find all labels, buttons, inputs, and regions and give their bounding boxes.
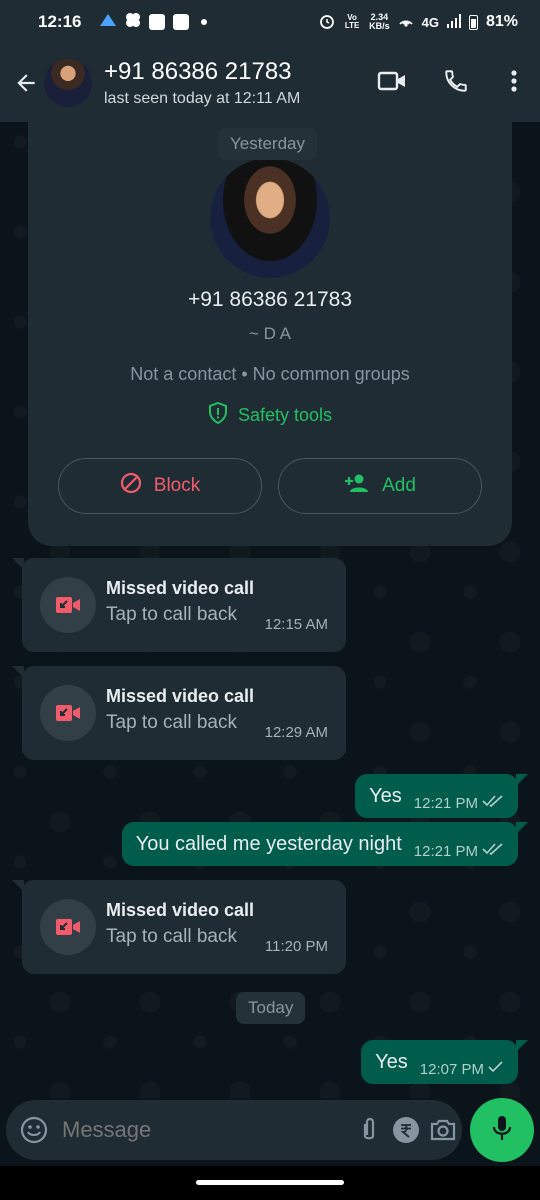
double-check-icon bbox=[482, 794, 504, 812]
chat-area[interactable]: +91 86386 21783 ~ D A Not a contact • No… bbox=[0, 122, 540, 1098]
composer bbox=[0, 1098, 540, 1166]
call-title: Missed video call bbox=[106, 686, 255, 706]
network-speed-unit: KB/s bbox=[369, 21, 390, 31]
add-person-icon bbox=[344, 473, 370, 499]
call-subtitle: Tap to call back bbox=[106, 712, 237, 733]
battery-percent: 81% bbox=[485, 13, 518, 30]
message-time: 11:20 PM bbox=[264, 938, 328, 955]
missed-call-bubble[interactable]: Missed video call Tap to call back 11:20… bbox=[12, 880, 346, 974]
contact-photo[interactable] bbox=[210, 158, 330, 278]
add-label: Add bbox=[382, 475, 416, 496]
card-phone-number: +91 86386 21783 bbox=[187, 288, 353, 311]
outgoing-message[interactable]: You called me yesterday night 12:21 PM bbox=[121, 822, 529, 866]
missed-video-call-icon bbox=[40, 685, 96, 741]
network-type: 4G bbox=[421, 14, 439, 30]
avatar[interactable] bbox=[44, 59, 92, 107]
date-chip-today: Today bbox=[236, 992, 306, 1024]
chat-header: +91 86386 21783 last seen today at 12:11… bbox=[0, 44, 540, 122]
payment-rupee-icon[interactable] bbox=[387, 1108, 424, 1152]
app-notification-icon bbox=[99, 13, 117, 32]
safety-tools-label: Safety tools bbox=[237, 405, 333, 425]
message-input[interactable] bbox=[62, 1117, 350, 1143]
card-meta: Not a contact • No common groups bbox=[130, 364, 410, 384]
add-contact-button[interactable]: Add bbox=[278, 458, 482, 514]
message-text: You called me yesterday night bbox=[135, 832, 402, 855]
contact-info[interactable]: +91 86386 21783 last seen today at 12:11… bbox=[104, 58, 300, 108]
card-nickname: ~ D A bbox=[248, 324, 292, 343]
message-time: 12:21 PM bbox=[413, 842, 478, 860]
block-icon bbox=[120, 472, 142, 500]
single-check-icon bbox=[488, 1060, 504, 1078]
alarm-icon bbox=[319, 13, 335, 32]
message-time: 12:15 AM bbox=[264, 616, 328, 633]
last-seen: last seen today at 12:11 AM bbox=[104, 90, 301, 107]
call-subtitle: Tap to call back bbox=[106, 604, 237, 625]
message-time: 12:29 AM bbox=[264, 724, 328, 741]
back-arrow-icon[interactable] bbox=[6, 63, 46, 103]
message-time: 12:21 PM bbox=[413, 794, 478, 812]
message-text: Yes bbox=[375, 1050, 408, 1073]
emoji-icon[interactable] bbox=[20, 1114, 48, 1146]
voice-message-button[interactable] bbox=[470, 1098, 534, 1162]
mail-icon bbox=[149, 14, 166, 30]
status-bar: 12:16 Vo LTE 2.34 KB/s 4G 81% bbox=[0, 0, 540, 44]
system-nav-bar bbox=[0, 1166, 540, 1200]
status-time: 12:16 bbox=[38, 12, 82, 31]
double-check-icon bbox=[482, 842, 504, 860]
attach-icon[interactable] bbox=[350, 1108, 387, 1152]
message-time: 12:07 PM bbox=[419, 1060, 484, 1078]
video-call-button[interactable] bbox=[360, 59, 424, 107]
video-call-icon bbox=[377, 69, 407, 98]
network-speed: 2.34 KB/s bbox=[369, 13, 390, 31]
voice-call-button[interactable] bbox=[424, 59, 488, 107]
volte-indicator: Vo LTE bbox=[344, 13, 360, 30]
camera-icon[interactable] bbox=[425, 1108, 462, 1152]
call-title: Missed video call bbox=[106, 578, 255, 598]
missed-video-call-icon bbox=[40, 577, 96, 633]
notification-icons bbox=[99, 12, 208, 33]
hotspot-icon bbox=[398, 14, 414, 31]
call-subtitle: Tap to call back bbox=[106, 926, 237, 947]
block-label: Block bbox=[153, 475, 201, 496]
contact-info-card: +91 86386 21783 ~ D A Not a contact • No… bbox=[28, 122, 512, 546]
signal-icon bbox=[446, 13, 461, 31]
mic-icon bbox=[491, 1114, 513, 1147]
more-options-button[interactable] bbox=[488, 59, 540, 107]
fan-icon bbox=[125, 12, 141, 33]
block-button[interactable]: Block bbox=[58, 458, 262, 514]
missed-video-call-icon bbox=[40, 899, 96, 955]
home-gesture-handle[interactable] bbox=[196, 1180, 344, 1185]
more-vert-icon bbox=[510, 69, 518, 98]
message-composer bbox=[6, 1100, 462, 1160]
outgoing-message[interactable]: Yes 12:07 PM bbox=[361, 1040, 528, 1084]
shield-icon bbox=[208, 401, 228, 429]
call-title: Missed video call bbox=[106, 900, 255, 920]
missed-call-bubble[interactable]: Missed video call Tap to call back 12:29… bbox=[12, 666, 346, 760]
more-notifications-icon bbox=[201, 19, 208, 25]
battery-icon bbox=[468, 14, 478, 30]
safety-tools-link[interactable]: Safety tools bbox=[28, 401, 512, 429]
mail-icon bbox=[173, 14, 190, 30]
outgoing-message[interactable]: Yes 12:21 PM bbox=[355, 774, 528, 818]
date-chip-yesterday: Yesterday bbox=[218, 128, 317, 160]
contact-name: +91 86386 21783 bbox=[104, 58, 292, 85]
system-icons: Vo LTE 2.34 KB/s 4G 81% bbox=[319, 13, 518, 32]
phone-icon bbox=[443, 68, 469, 99]
missed-call-bubble[interactable]: Missed video call Tap to call back 12:15… bbox=[12, 558, 346, 652]
message-text: Yes bbox=[369, 784, 402, 807]
